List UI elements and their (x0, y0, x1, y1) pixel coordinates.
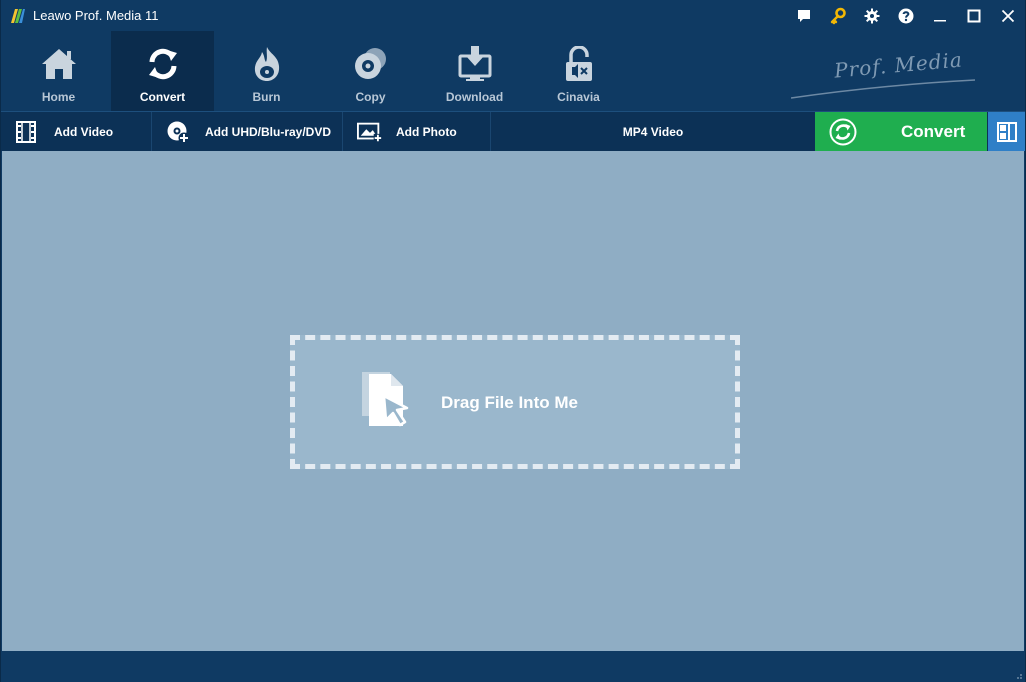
nav-home[interactable]: Home (7, 31, 110, 111)
drag-file-text: Drag File Into Me (441, 393, 578, 412)
add-disc-button[interactable]: Add UHD/Blu-ray/DVD (152, 112, 343, 151)
nav-download[interactable]: Download (423, 31, 526, 111)
drag-drop-zone[interactable]: Drag File Into Me (290, 335, 740, 469)
sidebar-toggle-button[interactable] (988, 112, 1025, 151)
minimize-button[interactable] (923, 0, 957, 31)
add-video-label: Add Video (54, 124, 114, 139)
status-bar (1, 651, 1025, 682)
close-icon (1001, 9, 1015, 22)
app-window: Leawo Prof. Media 11 Home Convert Burn C… (0, 0, 1026, 682)
title-bar: Leawo Prof. Media 11 (1, 0, 1025, 31)
add-disc-icon (167, 121, 190, 143)
output-format-selector[interactable]: MP4 Video (491, 112, 815, 151)
cinavia-unlock-icon (565, 46, 592, 81)
convert-button-label: Convert (901, 121, 966, 141)
convert-circle-icon (829, 118, 857, 145)
help-icon (898, 8, 914, 23)
help-button[interactable] (889, 0, 923, 31)
action-toolbar: Add Video Add UHD/Blu-ray/DVD Add Photo … (1, 111, 1025, 151)
add-photo-icon (357, 122, 383, 142)
add-disc-label: Add UHD/Blu-ray/DVD (205, 124, 332, 139)
film-icon (16, 120, 36, 143)
leawo-logo-icon (11, 9, 25, 23)
feedback-button[interactable] (787, 0, 821, 31)
maximize-icon (967, 9, 981, 22)
feedback-icon (798, 9, 810, 22)
add-photo-label: Add Photo (396, 124, 457, 139)
burn-icon (254, 47, 279, 81)
title-bar-buttons (787, 0, 1025, 31)
settings-button[interactable] (855, 0, 889, 31)
nav-convert[interactable]: Convert (111, 31, 214, 111)
resize-grip-icon[interactable] (1013, 670, 1023, 680)
panel-toggle-icon (996, 121, 1017, 142)
nav-burn-label: Burn (252, 90, 281, 104)
nav-download-label: Download (445, 90, 504, 104)
convert-button[interactable]: Convert (815, 112, 987, 151)
file-list-area[interactable]: Drag File Into Me (2, 151, 1024, 651)
minimize-icon (934, 19, 946, 21)
register-key-icon (830, 7, 846, 24)
add-photo-button[interactable]: Add Photo (343, 112, 491, 151)
drag-file-icon (362, 372, 409, 427)
nav-copy-label: Copy (355, 90, 386, 104)
add-video-button[interactable]: Add Video (1, 112, 152, 151)
nav-cinavia[interactable]: Cinavia (527, 31, 630, 111)
close-button[interactable] (991, 0, 1025, 31)
register-button[interactable] (821, 0, 855, 31)
main-navigation: Home Convert Burn Copy Download Cinavia … (1, 31, 1025, 111)
maximize-button[interactable] (957, 0, 991, 31)
home-icon (41, 49, 76, 79)
brand-logo: Prof. Media (791, 47, 981, 101)
nav-home-label: Home (41, 90, 76, 104)
nav-burn[interactable]: Burn (215, 31, 318, 111)
settings-icon (864, 8, 880, 23)
copy-disc-icon (354, 48, 386, 79)
nav-cinavia-label: Cinavia (557, 90, 600, 104)
nav-convert-label: Convert (139, 90, 186, 104)
window-title: Leawo Prof. Media 11 (33, 8, 159, 23)
nav-copy[interactable]: Copy (319, 31, 422, 111)
convert-icon (148, 48, 177, 80)
download-icon (458, 46, 491, 81)
brand-swoosh-icon (791, 79, 976, 99)
